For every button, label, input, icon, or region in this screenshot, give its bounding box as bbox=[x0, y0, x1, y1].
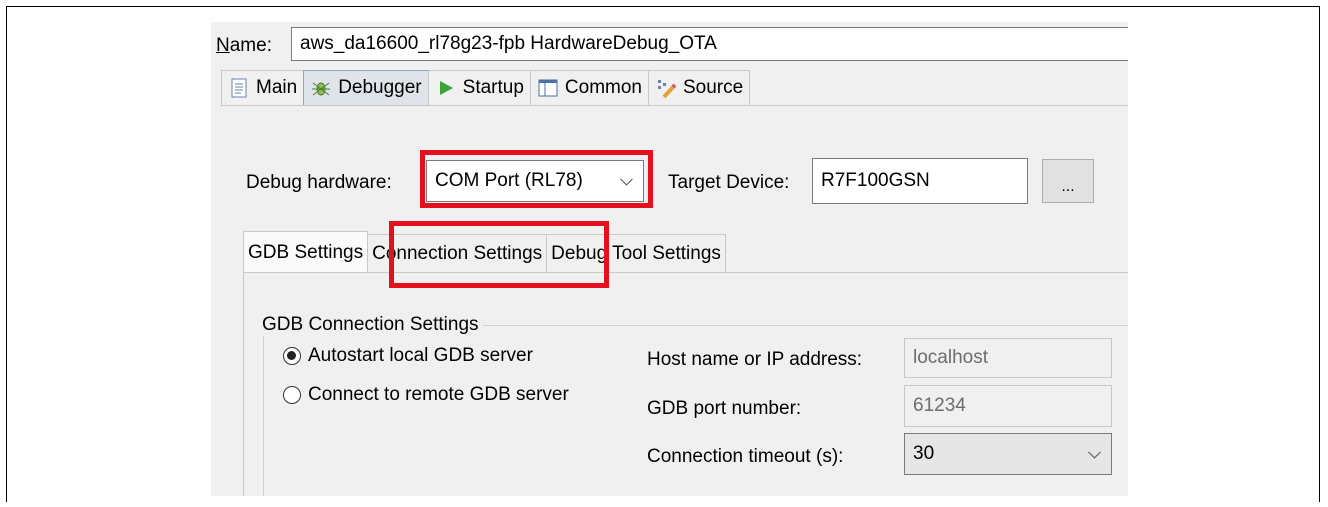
debug-hardware-select[interactable]: COM Port (RL78) bbox=[426, 160, 644, 202]
tab-divider bbox=[221, 105, 1128, 106]
config-tabs: Main Debugger Startup Common Source bbox=[221, 70, 751, 106]
startup-tab-icon bbox=[435, 77, 457, 99]
radio-autostart-label: Autostart local GDB server bbox=[308, 345, 533, 366]
timeout-select[interactable]: 30 bbox=[904, 433, 1112, 475]
name-label: Name: bbox=[216, 35, 272, 56]
tab-debug-tool-settings[interactable]: Debug Tool Settings bbox=[546, 234, 726, 273]
chevron-down-icon bbox=[620, 172, 633, 186]
timeout-label: Connection timeout (s): bbox=[647, 446, 844, 467]
tab-main[interactable]: Main bbox=[221, 70, 305, 105]
radio-remote-label: Connect to remote GDB server bbox=[308, 384, 569, 405]
radio-remote-gdb[interactable]: Connect to remote GDB server bbox=[283, 384, 569, 406]
debug-hardware-label: Debug hardware: bbox=[246, 172, 392, 193]
target-device-field[interactable]: R7F100GSN bbox=[812, 158, 1028, 204]
debugger-tab-icon bbox=[310, 77, 332, 99]
host-field[interactable]: localhost bbox=[904, 338, 1112, 378]
tab-connection-settings[interactable]: Connection Settings bbox=[367, 234, 548, 273]
source-tab-icon bbox=[655, 77, 677, 99]
common-tab-icon bbox=[537, 77, 559, 99]
timeout-value: 30 bbox=[913, 443, 935, 464]
port-label: GDB port number: bbox=[647, 398, 802, 419]
port-field[interactable]: 61234 bbox=[904, 385, 1112, 427]
target-device-label: Target Device: bbox=[668, 172, 790, 193]
launch-config-panel: Name: aws_da16600_rl78g23-fpb HardwareDe… bbox=[211, 22, 1128, 496]
debug-hardware-value: COM Port (RL78) bbox=[435, 170, 583, 191]
tab-common[interactable]: Common bbox=[529, 70, 649, 105]
name-field[interactable]: aws_da16600_rl78g23-fpb HardwareDebug_OT… bbox=[291, 27, 1128, 61]
tab-main-label: Main bbox=[256, 77, 298, 98]
radio-unchecked-icon bbox=[283, 386, 301, 404]
tab-startup-label: Startup bbox=[462, 77, 524, 98]
debugger-subtabs: GDB Settings Connection Settings Debug T… bbox=[243, 231, 726, 273]
gdb-connection-group-title: GDB Connection Settings bbox=[258, 314, 483, 336]
tab-startup[interactable]: Startup bbox=[427, 70, 531, 105]
chevron-down-icon bbox=[1088, 445, 1101, 459]
tab-debugger[interactable]: Debugger bbox=[303, 70, 429, 105]
host-label: Host name or IP address: bbox=[647, 349, 863, 370]
tab-source-label: Source bbox=[682, 77, 744, 98]
main-tab-icon bbox=[228, 77, 250, 99]
radio-autostart-gdb[interactable]: Autostart local GDB server bbox=[283, 345, 533, 367]
tab-debugger-label: Debugger bbox=[338, 77, 422, 98]
tab-gdb-settings[interactable]: GDB Settings bbox=[243, 231, 369, 273]
tab-common-label: Common bbox=[564, 77, 642, 98]
radio-checked-icon bbox=[283, 347, 301, 365]
tab-source[interactable]: Source bbox=[647, 70, 751, 105]
browse-device-button[interactable]: ... bbox=[1042, 159, 1094, 203]
